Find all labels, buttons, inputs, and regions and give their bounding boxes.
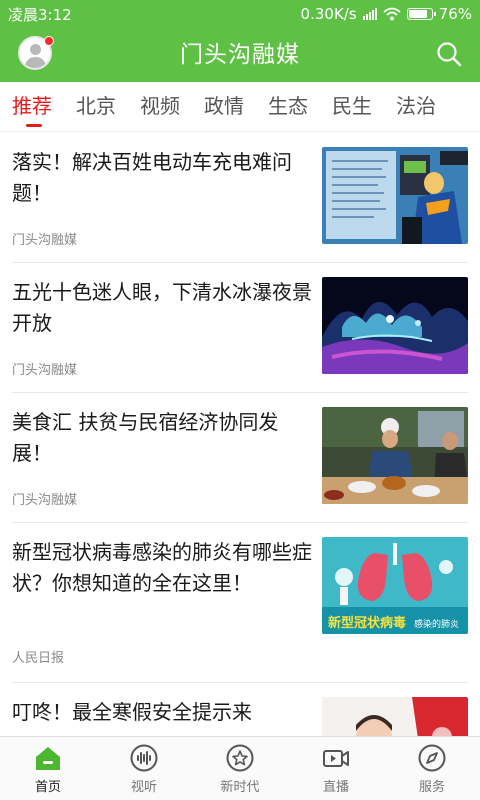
news-thumbnail: 新型冠状病毒 感染的肺炎	[322, 537, 468, 634]
tab-beijing[interactable]: 北京	[64, 82, 128, 131]
news-source: 门头沟融媒	[12, 493, 78, 508]
news-item[interactable]: 美食汇 扶贫与民宿经济协同发展！ 门头沟融媒	[12, 393, 468, 523]
wifi-icon	[383, 7, 401, 21]
news-thumbnail	[322, 407, 468, 504]
search-icon[interactable]	[436, 41, 462, 67]
network-speed: 0.30K/s	[300, 5, 357, 23]
status-bar: 凌晨3:12 0.30K/s 76%	[0, 0, 480, 28]
news-thumbnail	[322, 277, 468, 374]
thumb-sub-text: 感染的肺炎	[414, 618, 459, 629]
news-title: 落实！解决百姓电动车充电难问题！	[12, 150, 292, 205]
tab-recommend[interactable]: 推荐	[0, 82, 64, 131]
news-item[interactable]: 叮咚！最全寒假安全提示来	[12, 683, 468, 736]
nav-live-label: 直播	[322, 780, 349, 795]
nav-audiovisual[interactable]: 视听	[96, 737, 192, 800]
news-thumbnail	[322, 697, 468, 736]
nav-new-era-label: 新时代	[220, 780, 260, 795]
news-source: 门头沟融媒	[12, 233, 78, 248]
nav-services[interactable]: 服务	[384, 737, 480, 800]
news-title: 新型冠状病毒感染的肺炎有哪些症状？你想知道的全在这里！	[12, 540, 312, 595]
star-circle-icon	[226, 744, 254, 772]
video-camera-icon	[323, 750, 349, 767]
nav-live[interactable]: 直播	[288, 737, 384, 800]
battery-level: 76%	[438, 5, 472, 23]
tab-law[interactable]: 法治	[384, 82, 448, 131]
news-thumbnail	[322, 147, 468, 244]
channel-tabs: 推荐 北京 视频 政情 生态 民生 法治	[0, 82, 480, 132]
news-item[interactable]: 新型冠状病毒感染的肺炎有哪些症状？你想知道的全在这里！ 人民日报 新型冠状病毒 …	[12, 523, 468, 683]
compass-icon	[418, 744, 446, 772]
news-source: 人民日报	[12, 651, 65, 666]
status-indicators: 0.30K/s 76%	[301, 5, 472, 23]
news-feed: 落实！解决百姓电动车充电难问题！ 门头沟融媒 五光十色迷人眼，下清水冰瀑夜景开放…	[0, 133, 480, 736]
app-header: 门头沟融媒	[0, 28, 480, 82]
nav-new-era[interactable]: 新时代	[192, 737, 288, 800]
app-title: 门头沟融媒	[180, 42, 300, 68]
news-title: 五光十色迷人眼，下清水冰瀑夜景开放	[12, 280, 312, 335]
battery-icon	[406, 8, 436, 20]
news-item[interactable]: 落实！解决百姓电动车充电难问题！ 门头沟融媒	[12, 133, 468, 263]
news-title: 美食汇 扶贫与民宿经济协同发展！	[12, 410, 279, 465]
nav-home[interactable]: 首页	[0, 737, 96, 800]
tab-livelihood[interactable]: 民生	[320, 82, 384, 131]
news-title: 叮咚！最全寒假安全提示来	[12, 700, 252, 724]
home-icon	[36, 747, 60, 770]
news-item[interactable]: 五光十色迷人眼，下清水冰瀑夜景开放 门头沟融媒	[12, 263, 468, 393]
signal-icon	[362, 8, 377, 20]
news-source: 门头沟融媒	[12, 363, 78, 378]
nav-home-label: 首页	[34, 780, 61, 795]
status-time: 凌晨3:12	[8, 5, 72, 24]
tab-video[interactable]: 视频	[128, 82, 192, 131]
audio-wave-icon	[130, 744, 158, 772]
thumb-main-text: 新型冠状病毒	[328, 615, 406, 630]
nav-services-label: 服务	[418, 780, 445, 795]
tab-politics[interactable]: 政情	[192, 82, 256, 131]
nav-audiovisual-label: 视听	[130, 780, 157, 795]
tab-ecology[interactable]: 生态	[256, 82, 320, 131]
bottom-nav: 首页 视听 新时代 直播 服务	[0, 736, 480, 800]
